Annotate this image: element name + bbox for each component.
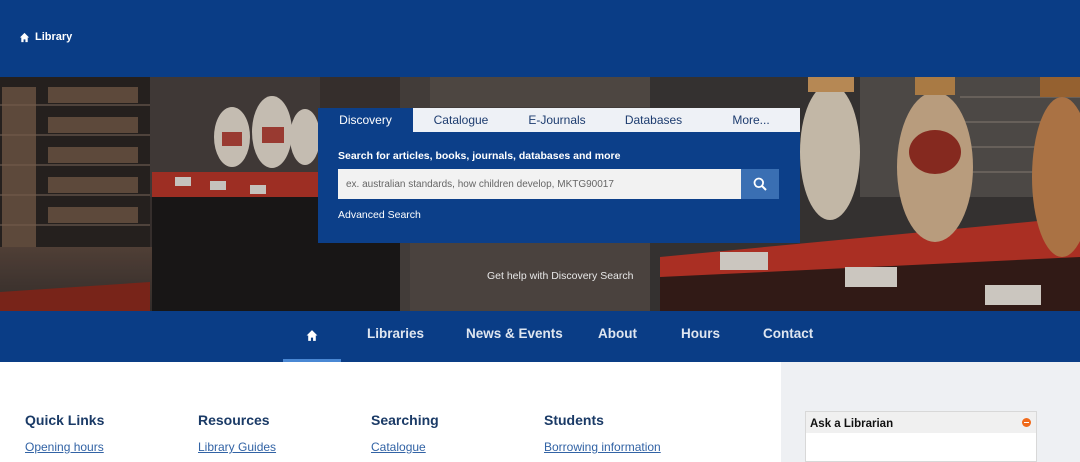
nav-hours[interactable]: Hours [681,311,720,359]
tab-catalogue[interactable]: Catalogue [413,108,509,132]
main-nav: Libraries News & Events About Hours Cont… [0,311,1080,362]
column-title: Students [544,412,604,428]
ask-librarian-header: Ask a Librarian [806,412,1036,433]
tab-discovery[interactable]: Discovery [318,108,413,132]
column-title: Quick Links [25,412,105,428]
library-guides-link[interactable]: Library Guides [198,440,276,454]
minimize-icon[interactable] [1022,418,1031,427]
search-button[interactable] [741,169,779,199]
tab-e-journals[interactable]: E-Journals [509,108,605,132]
quick-links-column: Quick Links Opening hours [25,412,104,456]
breadcrumb-label: Library [35,31,73,43]
nav-news-events[interactable]: News & Events [466,311,563,359]
sidebar: Ask a Librarian [781,362,1080,462]
search-icon [753,177,767,191]
catalogue-link[interactable]: Catalogue [371,440,426,454]
top-bar: Library [0,0,1080,77]
tab-databases[interactable]: Databases [605,108,702,132]
nav-about[interactable]: About [598,311,637,359]
column-title: Resources [198,412,270,428]
nav-contact[interactable]: Contact [763,311,813,359]
search-input[interactable] [338,169,741,199]
borrowing-information-link[interactable]: Borrowing information [544,440,661,454]
students-column: Students Borrowing information [544,412,661,456]
home-icon [19,32,30,42]
opening-hours-link[interactable]: Opening hours [25,440,104,454]
hero-banner: Discovery Catalogue E-Journals Databases… [0,77,1080,311]
discovery-help-link[interactable]: Get help with Discovery Search [487,270,633,282]
ask-librarian-title: Ask a Librarian [810,418,894,430]
main-content: Quick Links Opening hours Resources Libr… [0,362,780,462]
search-panel: Discovery Catalogue E-Journals Databases… [318,108,800,243]
nav-libraries[interactable]: Libraries [367,311,424,359]
resources-column: Resources Library Guides [198,412,276,456]
breadcrumb-library[interactable]: Library [19,31,72,43]
nav-home[interactable] [283,311,341,362]
search-heading: Search for articles, books, journals, da… [338,150,621,162]
column-title: Searching [371,412,439,428]
search-tabs: Discovery Catalogue E-Journals Databases… [318,108,800,132]
ask-librarian-widget: Ask a Librarian [805,411,1037,462]
searching-column: Searching Catalogue [371,412,439,456]
advanced-search-link[interactable]: Advanced Search [338,209,421,221]
home-icon [306,329,318,341]
tab-more[interactable]: More... [702,108,800,132]
